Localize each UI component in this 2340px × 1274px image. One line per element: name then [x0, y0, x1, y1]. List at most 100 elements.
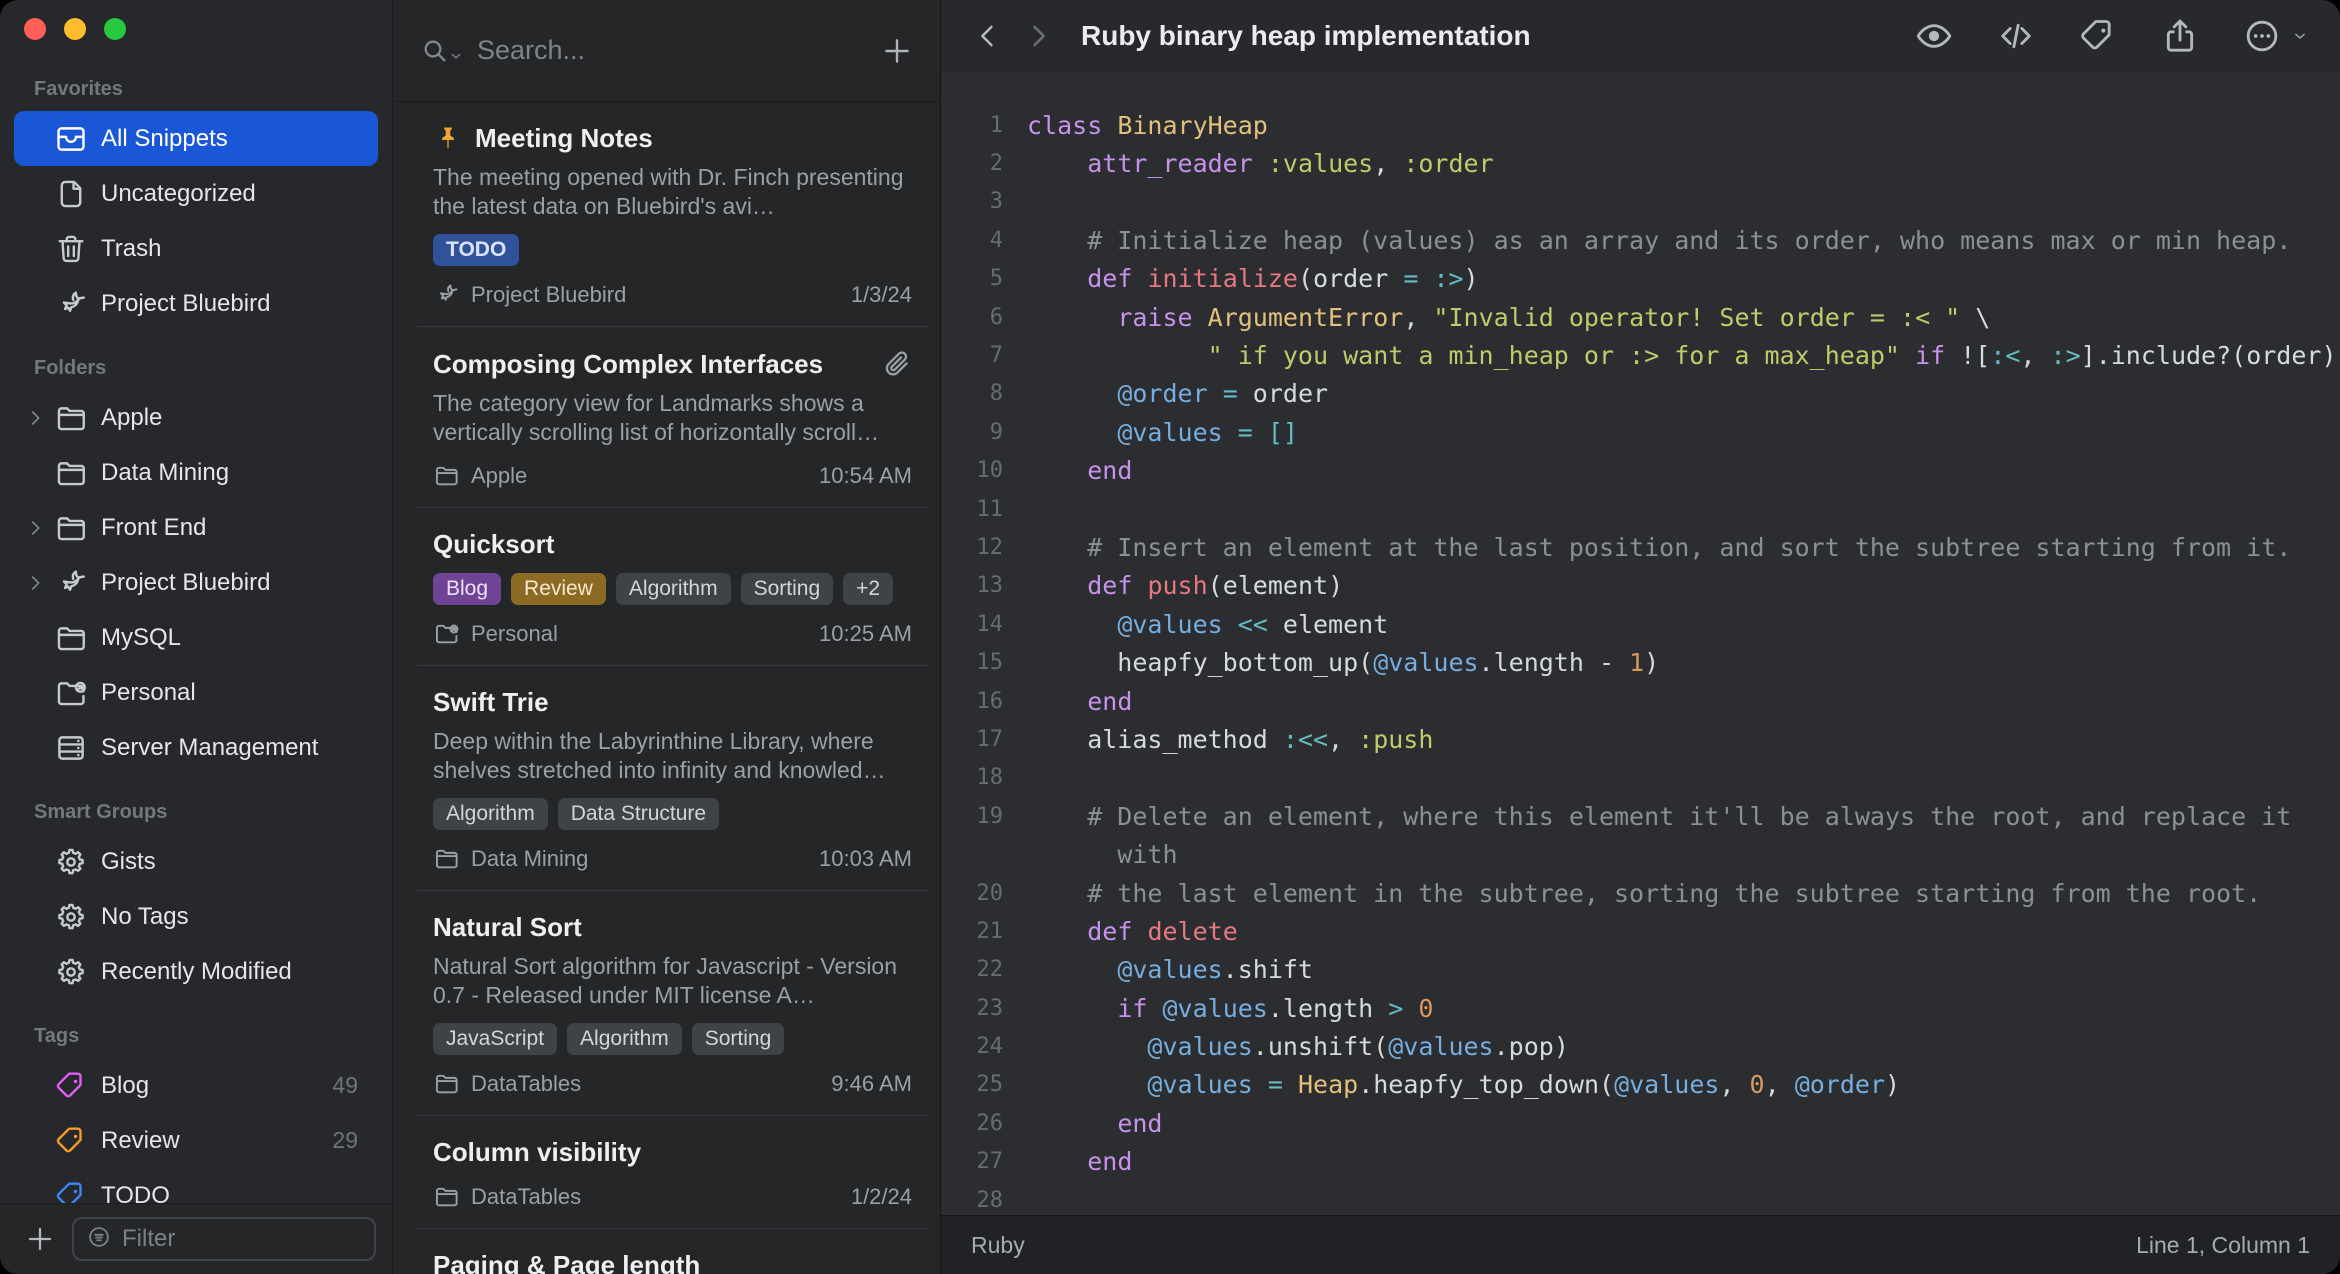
- sidebar-item-review[interactable]: Review 29: [14, 1113, 378, 1168]
- filter-icon: [86, 1224, 112, 1255]
- editor-statusbar: Ruby Line 1, Column 1: [941, 1215, 2340, 1274]
- sidebar-item-label: Blog: [101, 1071, 150, 1099]
- list-item-composing-complex-interfaces[interactable]: Composing Complex Interfaces The category…: [417, 327, 928, 508]
- line-number: 1: [989, 112, 1003, 138]
- tag-count: 29: [332, 1127, 358, 1153]
- list-item-quicksort[interactable]: Quicksort Blog Review Algorithm Sorting +2 Per…: [417, 508, 928, 666]
- forward-button[interactable]: [1021, 19, 1055, 53]
- snippet-date: 10:25 AM: [819, 620, 912, 646]
- code-line: 25 @values = Heap.heapfy_top_down(@value…: [941, 1066, 2340, 1104]
- code-text: raise ArgumentError, "Invalid operator! …: [1117, 302, 1991, 332]
- snippet-title: Ruby binary heap implementation: [1081, 20, 1531, 51]
- snippet-title-row: Composing Complex Interfaces: [433, 348, 912, 380]
- sidebar-section-label: Tags: [34, 1025, 80, 1047]
- line-number: 16: [976, 688, 1004, 714]
- code-text: def initialize(order = :>): [1087, 264, 1479, 294]
- line-number: 7: [989, 343, 1003, 369]
- code-line: 27 end: [941, 1143, 2340, 1181]
- sidebar-item-project-bluebird[interactable]: Project Bluebird: [14, 276, 378, 331]
- sidebar-item-uncategorized[interactable]: Uncategorized: [14, 166, 378, 221]
- code-editor[interactable]: 1 class BinaryHeap 2 attr_reader :values, …: [941, 72, 2340, 1215]
- folder-icon: [433, 845, 460, 872]
- sidebar-item-server-management[interactable]: Server Management: [14, 720, 378, 775]
- preview-icon[interactable]: [1914, 16, 1954, 56]
- snippet-meta: DataTables 9:46 AM: [433, 1070, 912, 1097]
- sidebar: Favorites All Snippets Uncategorized Trash P…: [0, 0, 393, 1274]
- sidebar-item-label: Personal: [101, 678, 196, 706]
- snippet-title-row: Quicksort: [433, 529, 912, 560]
- add-group-button[interactable]: [24, 1223, 56, 1255]
- code-line: 18: [941, 759, 2340, 797]
- sidebar-item-label: Recently Modified: [101, 957, 292, 985]
- sidebar-item-recently-modified[interactable]: Recently Modified: [14, 944, 378, 999]
- folder-icon: [433, 1070, 460, 1097]
- chevron-right-icon[interactable]: [24, 570, 54, 596]
- list-item-paging-page-length[interactable]: Paging & Page length: [417, 1229, 928, 1274]
- filter-input[interactable]: Filter: [72, 1217, 376, 1261]
- list-item-column-visibility[interactable]: Column visibility DataTables 1/2/24: [417, 1116, 928, 1229]
- more-menu-button[interactable]: [2242, 16, 2310, 56]
- sidebar-item-project-bluebird[interactable]: Project Bluebird: [14, 555, 378, 610]
- snippet-title-row: Meeting Notes: [433, 123, 912, 154]
- server-icon: [54, 731, 88, 765]
- line-number: 8: [989, 381, 1003, 407]
- search-input[interactable]: Search...: [477, 35, 880, 66]
- snippet-meta: Personal 10:25 AM: [433, 620, 912, 647]
- folder-icon: [54, 401, 88, 435]
- code-line: 13 def push(element): [941, 567, 2340, 605]
- sidebar-item-trash[interactable]: Trash: [14, 221, 378, 276]
- code-line: 19 # Delete an element, where this eleme…: [941, 797, 2340, 835]
- snippet-meta: Apple 10:54 AM: [433, 462, 912, 489]
- chevron-right-icon[interactable]: [24, 515, 54, 541]
- sidebar-item-data-mining[interactable]: Data Mining: [14, 445, 378, 500]
- snippet-excerpt: Natural Sort algorithm for Javascript - …: [433, 953, 898, 1008]
- cursor-position: Line 1, Column 1: [2136, 1231, 2310, 1258]
- new-snippet-button[interactable]: [880, 34, 914, 68]
- sidebar-item-personal[interactable]: Personal: [14, 665, 378, 720]
- sidebar-item-no-tags[interactable]: No Tags: [14, 889, 378, 944]
- close-button[interactable]: [24, 18, 46, 40]
- tag-icon[interactable]: [2078, 16, 2118, 56]
- folder-icon: [54, 621, 88, 655]
- list-item-natural-sort[interactable]: Natural Sort Natural Sort algorithm for J…: [417, 891, 928, 1116]
- tag-pill: Sorting: [740, 573, 834, 605]
- folder-user-icon: [433, 620, 460, 647]
- minimize-button[interactable]: [64, 18, 86, 40]
- sidebar-item-label: TODO: [101, 1181, 170, 1204]
- code-text: end: [1117, 1108, 1163, 1138]
- search-icon[interactable]: [419, 35, 465, 67]
- code-icon[interactable]: [1996, 16, 2036, 56]
- back-button[interactable]: [971, 19, 1005, 53]
- list-item-swift-trie[interactable]: Swift Trie Deep within the Labyrinthine L…: [417, 666, 928, 891]
- tag-icon: [54, 1069, 88, 1103]
- sidebar-item-apple[interactable]: Apple: [14, 390, 378, 445]
- sidebar-item-todo[interactable]: TODO: [14, 1168, 378, 1203]
- document-icon: [54, 177, 88, 211]
- sidebar-item-all-snippets[interactable]: All Snippets: [14, 111, 378, 166]
- chevron-right-icon[interactable]: [24, 405, 54, 431]
- share-icon[interactable]: [2160, 16, 2200, 56]
- bird-icon: [433, 281, 460, 308]
- folder-name: Personal: [471, 620, 558, 646]
- paperclip-icon: [880, 348, 912, 380]
- sidebar-item-blog[interactable]: Blog 49: [14, 1058, 378, 1113]
- sidebar-item-label: Project Bluebird: [101, 289, 271, 317]
- list-item-meeting-notes[interactable]: Meeting Notes The meeting opened with Dr.…: [417, 102, 928, 327]
- zoom-button[interactable]: [104, 18, 126, 40]
- sidebar-item-gists[interactable]: Gists: [14, 834, 378, 889]
- language-selector[interactable]: Ruby: [971, 1232, 1025, 1259]
- sidebar-item-front-end[interactable]: Front End: [14, 500, 378, 555]
- line-number: 28: [976, 1187, 1004, 1213]
- sidebar-item-mysql[interactable]: MySQL: [14, 610, 378, 665]
- line-number: 17: [976, 726, 1004, 752]
- gear-icon: [54, 955, 88, 989]
- code-line: 23 if @values.length > 0: [941, 989, 2340, 1027]
- snippet-title-row: Swift Trie: [433, 687, 912, 718]
- snippet-date: 10:03 AM: [819, 845, 912, 871]
